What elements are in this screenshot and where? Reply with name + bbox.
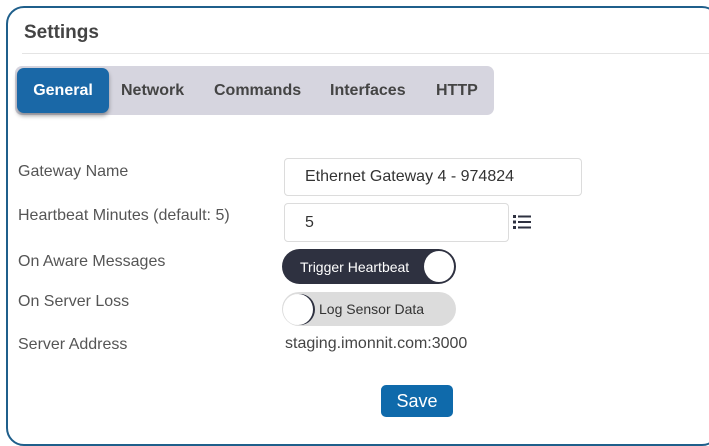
tab-http[interactable]: HTTP [436, 66, 478, 115]
save-button[interactable]: Save [381, 385, 453, 417]
server-address-value: staging.imonnit.com:3000 [285, 335, 468, 352]
list-icon[interactable] [513, 214, 531, 230]
tab-network[interactable]: Network [121, 66, 184, 115]
aware-messages-toggle[interactable]: Trigger Heartbeat [282, 249, 456, 284]
title-divider [22, 53, 709, 54]
aware-messages-toggle-label: Trigger Heartbeat [300, 258, 410, 275]
server-loss-label: On Server Loss [18, 293, 130, 310]
tab-commands[interactable]: Commands [214, 66, 301, 115]
tab-general[interactable]: General [17, 68, 109, 113]
tab-bar: General Network Commands Interfaces HTTP [15, 66, 494, 115]
server-loss-toggle[interactable]: Log Sensor Data [282, 292, 456, 326]
toggle-knob [283, 294, 313, 325]
gateway-name-field[interactable] [284, 158, 582, 196]
heartbeat-field[interactable] [284, 203, 509, 242]
aware-messages-label: On Aware Messages [18, 253, 166, 270]
gateway-name-label: Gateway Name [18, 163, 129, 180]
panel-title: Settings [24, 22, 99, 43]
heartbeat-label: Heartbeat Minutes (default: 5) [18, 207, 230, 224]
server-address-label: Server Address [18, 336, 128, 353]
tab-interfaces[interactable]: Interfaces [330, 66, 406, 115]
server-loss-toggle-label: Log Sensor Data [319, 301, 425, 317]
toggle-knob [424, 251, 454, 282]
